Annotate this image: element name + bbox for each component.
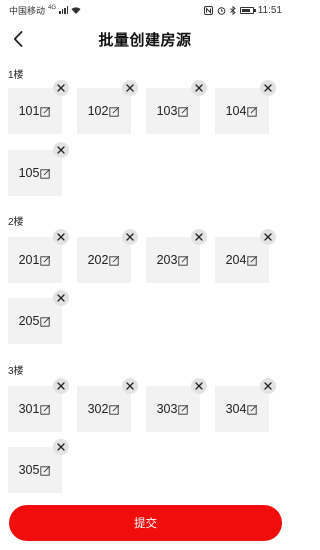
delete-room-button[interactable] — [191, 229, 207, 245]
delete-room-button[interactable] — [53, 80, 69, 96]
room-number: 102 — [87, 104, 109, 118]
edit-icon[interactable] — [40, 255, 51, 266]
room-number: 304 — [225, 402, 247, 416]
room-number: 204 — [225, 253, 247, 267]
delete-room-button[interactable] — [191, 378, 207, 394]
room-tile[interactable]: 104 — [215, 88, 269, 134]
room-tile[interactable]: 204 — [215, 237, 269, 283]
close-icon — [126, 233, 134, 241]
floor-label: 1楼 — [8, 70, 24, 81]
close-icon — [57, 443, 65, 451]
close-icon — [57, 84, 65, 92]
close-icon — [195, 84, 203, 92]
room-number: 201 — [18, 253, 40, 267]
room-number: 205 — [18, 314, 40, 328]
room-tile[interactable]: 101 — [8, 88, 62, 134]
alarm-icon — [217, 6, 226, 15]
close-icon — [57, 382, 65, 390]
close-icon — [126, 382, 134, 390]
back-button[interactable] — [8, 29, 28, 49]
room-tile[interactable]: 103 — [146, 88, 200, 134]
floor-label: 2楼 — [8, 217, 24, 228]
room-tile[interactable]: 301 — [8, 386, 62, 432]
edit-icon[interactable] — [40, 168, 51, 179]
edit-icon[interactable] — [40, 316, 51, 327]
room-tile[interactable]: 203 — [146, 237, 200, 283]
room-tile[interactable]: 205 — [8, 298, 62, 344]
submit-button[interactable]: 提交 — [9, 505, 282, 541]
room-number: 305 — [18, 463, 40, 477]
delete-room-button[interactable] — [53, 378, 69, 394]
edit-icon[interactable] — [40, 465, 51, 476]
top-nav: 批量创建房源 — [0, 20, 290, 58]
edit-icon[interactable] — [109, 404, 120, 415]
close-icon — [57, 294, 65, 302]
nfc-icon — [203, 5, 213, 15]
battery-icon — [239, 6, 256, 14]
delete-room-button[interactable] — [260, 80, 276, 96]
edit-icon[interactable] — [40, 106, 51, 117]
floor-label: 3楼 — [8, 366, 24, 377]
room-tile[interactable]: 102 — [77, 88, 131, 134]
room-tile[interactable]: 303 — [146, 386, 200, 432]
close-icon — [195, 233, 203, 241]
delete-room-button[interactable] — [122, 80, 138, 96]
close-icon — [57, 146, 65, 154]
room-number: 105 — [18, 166, 40, 180]
room-tile[interactable]: 201 — [8, 237, 62, 283]
edit-icon[interactable] — [247, 106, 258, 117]
room-number: 202 — [87, 253, 109, 267]
delete-room-button[interactable] — [53, 142, 69, 158]
chevron-left-icon — [13, 31, 23, 47]
room-number: 203 — [156, 253, 178, 267]
close-icon — [264, 233, 272, 241]
room-tile[interactable]: 202 — [77, 237, 131, 283]
close-icon — [195, 382, 203, 390]
delete-room-button[interactable] — [191, 80, 207, 96]
bluetooth-icon — [229, 5, 236, 15]
delete-room-button[interactable] — [122, 378, 138, 394]
room-number: 103 — [156, 104, 178, 118]
room-number: 104 — [225, 104, 247, 118]
delete-room-button[interactable] — [53, 439, 69, 455]
close-icon — [57, 233, 65, 241]
edit-icon[interactable] — [247, 404, 258, 415]
edit-icon[interactable] — [109, 255, 120, 266]
edit-icon[interactable] — [40, 404, 51, 415]
network-type: 4G — [48, 5, 57, 11]
status-right: 11:51 — [203, 4, 282, 16]
close-icon — [264, 84, 272, 92]
close-icon — [264, 382, 272, 390]
room-tile[interactable]: 105 — [8, 150, 62, 196]
room-tile[interactable]: 304 — [215, 386, 269, 432]
room-number: 101 — [18, 104, 40, 118]
edit-icon[interactable] — [178, 255, 189, 266]
room-tile[interactable]: 302 — [77, 386, 131, 432]
page-title: 批量创建房源 — [98, 31, 192, 49]
delete-room-button[interactable] — [260, 378, 276, 394]
room-number: 301 — [18, 402, 40, 416]
edit-icon[interactable] — [178, 106, 189, 117]
room-tile[interactable]: 305 — [8, 447, 62, 493]
carrier-name: 中国移动 — [9, 5, 46, 16]
status-left: 中国移动 4G — [9, 4, 81, 17]
delete-room-button[interactable] — [122, 229, 138, 245]
delete-room-button[interactable] — [53, 229, 69, 245]
close-icon — [126, 84, 134, 92]
room-number: 303 — [156, 402, 178, 416]
wifi-icon — [71, 7, 81, 14]
edit-icon[interactable] — [247, 255, 258, 266]
status-bar: 中国移动 4G 11:51 — [0, 0, 290, 20]
delete-room-button[interactable] — [260, 229, 276, 245]
edit-icon[interactable] — [178, 404, 189, 415]
clock: 11:51 — [257, 4, 282, 16]
delete-room-button[interactable] — [53, 290, 69, 306]
edit-icon[interactable] — [109, 106, 120, 117]
signal-icon — [59, 6, 69, 14]
room-number: 302 — [87, 402, 109, 416]
